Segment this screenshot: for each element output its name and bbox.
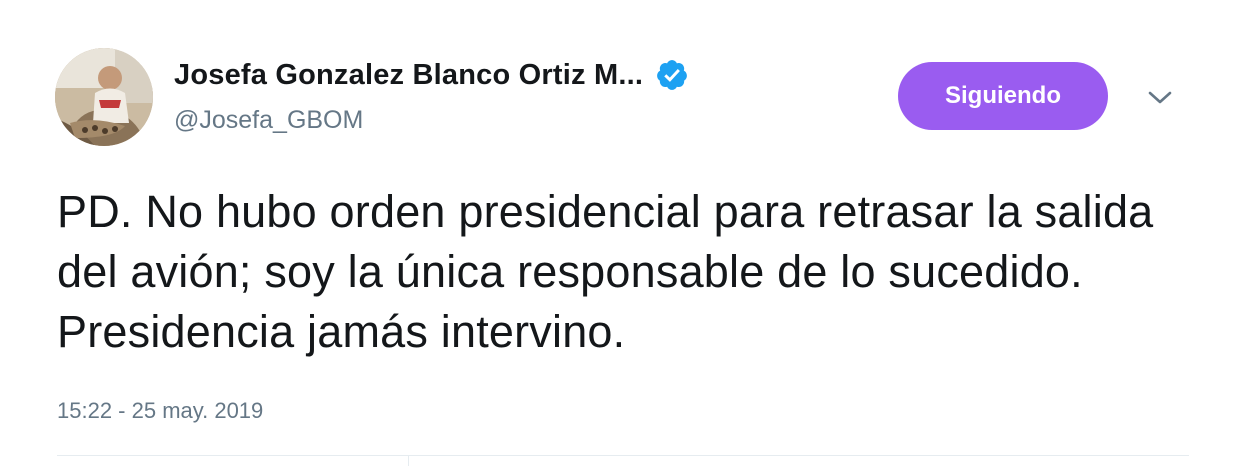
following-button[interactable]: Siguiendo [898, 62, 1108, 130]
divider [57, 455, 1189, 456]
chevron-down-icon[interactable] [1146, 86, 1174, 108]
author-handle[interactable]: @Josefa_GBOM [174, 106, 363, 135]
tweet-timestamp[interactable]: 15:22 - 25 may. 2019 [57, 398, 263, 424]
tweet-text: PD. No hubo orden presidencial para retr… [57, 186, 1154, 357]
divider-separator [408, 455, 409, 466]
tweet-card: Josefa Gonzalez Blanco Ortiz M... @Josef… [0, 0, 1246, 466]
author-display-name[interactable]: Josefa Gonzalez Blanco Ortiz M... [174, 59, 643, 92]
verified-badge-icon [655, 58, 689, 92]
avatar[interactable] [55, 48, 153, 146]
avatar-photo [55, 48, 153, 146]
author-name-row: Josefa Gonzalez Blanco Ortiz M... [174, 58, 689, 92]
